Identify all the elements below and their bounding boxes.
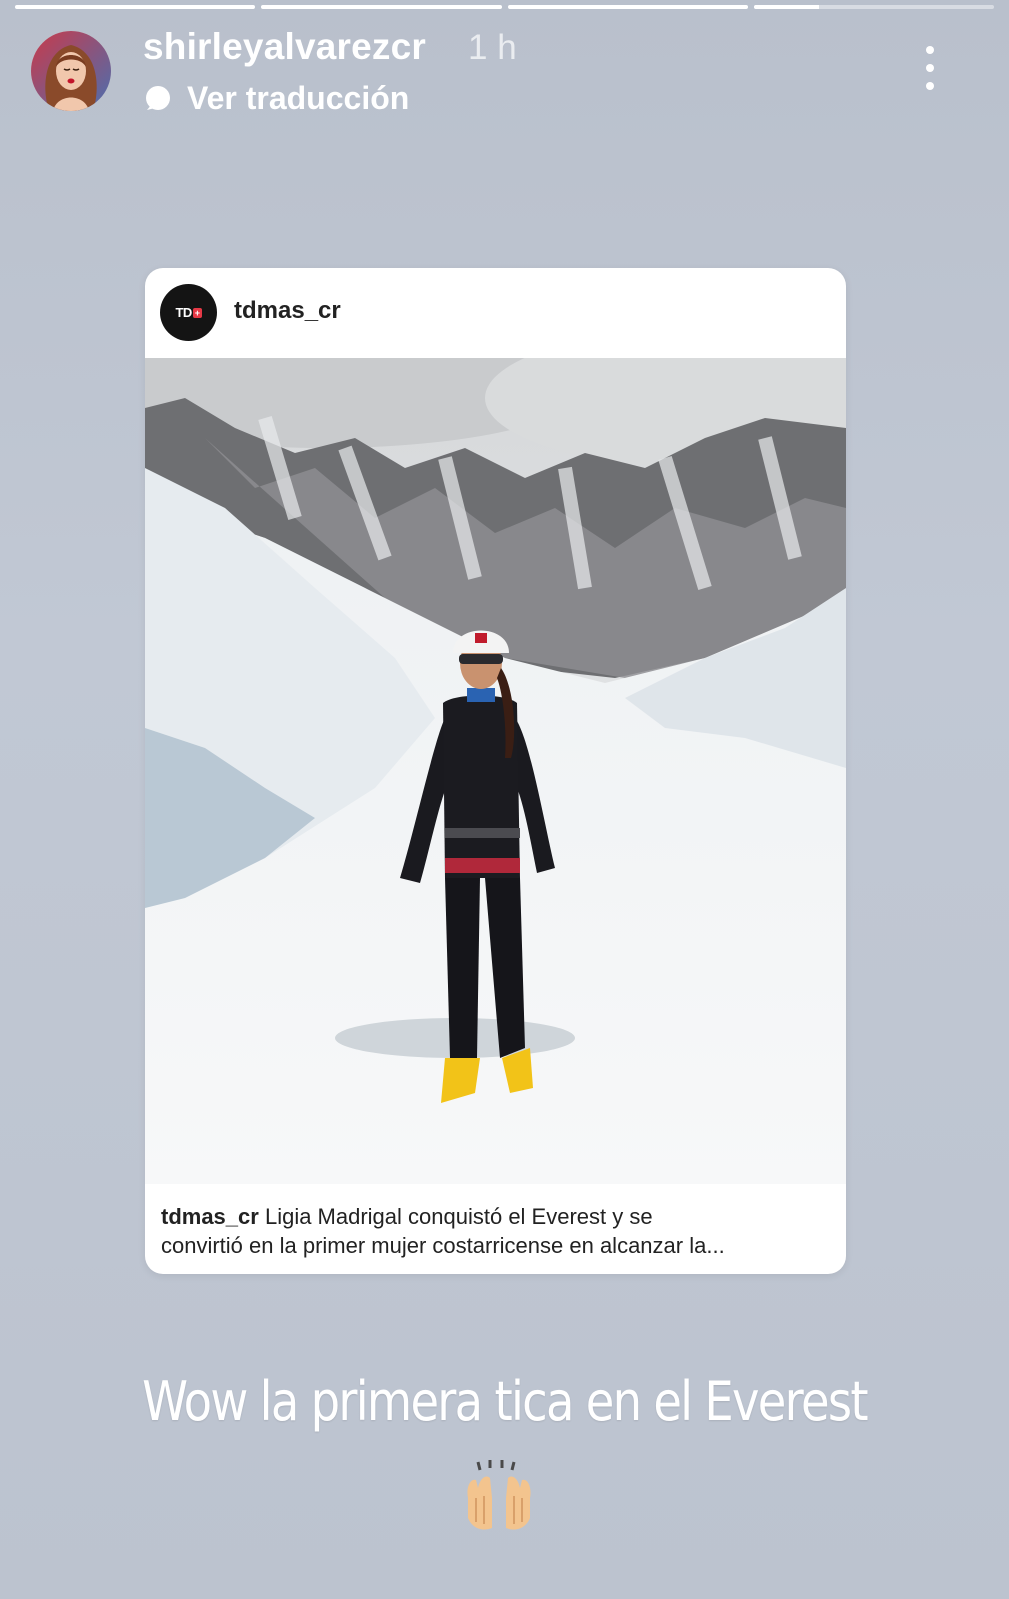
avatar[interactable] xyxy=(31,31,111,111)
translate-icon xyxy=(146,85,170,110)
story-overlay-text: Wow la primera tica en el Everest xyxy=(142,1370,868,1433)
more-vertical-icon[interactable] xyxy=(918,46,942,90)
caption-line1: Ligia Madrigal conquistó el Everest y se xyxy=(258,1204,653,1229)
progress-segment xyxy=(753,5,994,9)
card-header: TD + tdmas_cr xyxy=(145,268,846,358)
post-photo xyxy=(145,358,846,1184)
translate-link[interactable]: Ver traducción xyxy=(143,80,409,117)
caption-username: tdmas_cr xyxy=(161,1204,259,1229)
progress-segment xyxy=(15,5,256,9)
tdmas-logo: TD + xyxy=(160,284,217,341)
shared-post-card[interactable]: TD + tdmas_cr tdmas_cr Ligia Madrigal co… xyxy=(145,268,846,1274)
story-timestamp: 1 h xyxy=(468,28,517,67)
story-progress xyxy=(15,5,994,9)
translate-label: Ver traducción xyxy=(187,80,410,116)
caption-line2: convirtió en la primer mujer costarricen… xyxy=(161,1233,725,1258)
raising-hands-emoji xyxy=(467,1460,531,1530)
card-username[interactable]: tdmas_cr xyxy=(234,297,341,325)
card-caption[interactable]: tdmas_cr Ligia Madrigal conquistó el Eve… xyxy=(161,1202,831,1260)
story-username[interactable]: shirleyalvarezcr xyxy=(143,26,426,68)
progress-segment xyxy=(507,5,748,9)
progress-segment xyxy=(261,5,502,9)
